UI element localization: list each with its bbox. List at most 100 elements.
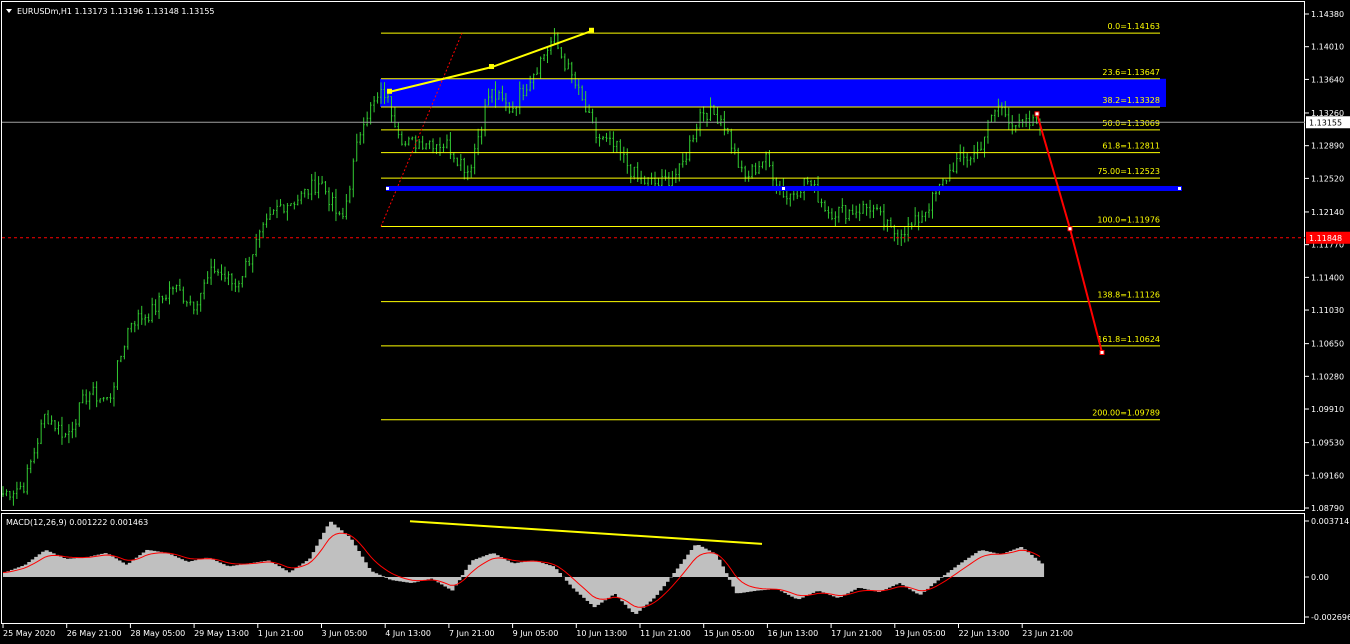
macd-bar <box>1036 560 1041 577</box>
macd-bar <box>166 553 171 577</box>
macd-bar <box>183 560 188 577</box>
macd-bar <box>918 577 923 595</box>
macd-bar <box>287 572 292 577</box>
macd-bar <box>89 556 94 577</box>
macd-bar <box>110 556 115 577</box>
macd-info: MACD(12,26,9) 0.001222 0.001463 <box>6 518 148 527</box>
macd-bar <box>994 553 999 577</box>
macd-bar <box>117 560 122 577</box>
time-tick-label: 9 Jun 05:00 <box>513 629 559 638</box>
macd-bar <box>863 577 868 589</box>
chart-canvas[interactable]: 0.0=1.14163 23.6=1.13647 38.2=1.13328 50.0=… <box>0 0 1350 644</box>
macd-bar <box>533 560 538 577</box>
macd-bar <box>1005 552 1010 577</box>
macd-bar <box>589 577 594 605</box>
macd-bar <box>93 555 98 577</box>
macd-bar <box>655 577 660 595</box>
macd-bar <box>481 556 486 577</box>
macd-bar <box>897 577 902 584</box>
price-tick-label: 1.14380 <box>1311 10 1344 19</box>
macd-bar <box>37 554 42 577</box>
macd-bar <box>516 562 521 577</box>
macd-bar <box>779 577 784 592</box>
macd-bar <box>925 577 930 589</box>
macd-bar <box>65 558 70 577</box>
projection-handle <box>1067 226 1073 232</box>
macd-bar <box>1012 549 1017 577</box>
price-panel-border <box>1 1 1305 511</box>
price-tick-label: 1.09910 <box>1311 405 1344 414</box>
macd-bar <box>218 562 223 577</box>
macd-layer <box>2 520 1045 614</box>
fib-level-label: 138.8=1.11126 <box>1097 291 1160 300</box>
projection-line <box>1036 113 1103 353</box>
macd-bar <box>838 577 843 597</box>
time-tick-label: 3 Jun 05:00 <box>322 629 368 638</box>
macd-bar <box>342 533 347 577</box>
macd-bar <box>325 526 330 577</box>
time-tick-label: 26 May 21:00 <box>67 629 122 638</box>
macd-bar <box>478 557 483 577</box>
macd-bar <box>1026 552 1031 577</box>
macd-bar <box>713 554 719 577</box>
macd-bar <box>693 545 698 577</box>
blue-zone-rect <box>380 78 1166 107</box>
macd-bar <box>356 550 361 577</box>
macd-bar <box>550 566 556 577</box>
macd-bar <box>252 562 257 577</box>
fib-level-label: 61.8=1.12811 <box>1102 142 1160 151</box>
macd-bar <box>412 577 417 583</box>
time-tick-label: 28 May 05:00 <box>130 629 185 638</box>
macd-bar <box>471 560 476 577</box>
macd-bar <box>620 577 625 602</box>
macd-tick-label: 0.003714 <box>1311 517 1349 526</box>
macd-bar <box>1029 554 1034 577</box>
macd-bar <box>540 563 545 577</box>
macd-bar <box>762 577 767 591</box>
macd-bar <box>381 576 386 577</box>
macd-bar <box>634 577 639 614</box>
support-line-handle <box>1178 186 1181 190</box>
macd-bar <box>530 560 535 577</box>
macd-bar <box>259 561 264 577</box>
macd-bar <box>446 577 452 589</box>
macd-bar <box>228 566 233 577</box>
macd-bar <box>849 577 854 592</box>
marker-price-label: 1.11848 <box>1309 234 1342 243</box>
macd-bar <box>651 577 656 599</box>
macd-bar <box>630 577 635 613</box>
macd-bar <box>190 560 195 577</box>
price-tick-label: 1.12890 <box>1311 142 1344 151</box>
macd-bar <box>96 554 101 577</box>
macd-bar <box>100 553 105 577</box>
macd-bar <box>519 562 524 577</box>
macd-bar <box>557 573 562 577</box>
time-tick-label: 23 Jun 21:00 <box>1022 629 1073 638</box>
macd-bar <box>800 577 805 598</box>
macd-bar <box>970 555 975 577</box>
blue-zone-layer <box>380 78 1166 107</box>
macd-bar <box>974 553 979 577</box>
macd-bar <box>811 577 816 593</box>
fib-level-label: 75.00=1.12523 <box>1097 167 1160 176</box>
macd-bar <box>509 562 514 577</box>
macd-bar <box>169 554 174 577</box>
macd-bar <box>831 577 836 597</box>
macd-bar <box>34 556 39 577</box>
macd-bar <box>1033 557 1038 577</box>
macd-bar <box>866 577 871 590</box>
macd-bar <box>741 577 746 593</box>
macd-bar <box>842 577 847 596</box>
symbol-dropdown-icon[interactable] <box>6 9 12 13</box>
macd-bar <box>648 577 653 602</box>
macd-bar <box>748 577 753 592</box>
macd-bar <box>283 570 288 577</box>
projection-handle <box>1034 111 1040 117</box>
macd-bar <box>422 577 427 581</box>
macd-bar <box>873 577 878 592</box>
macd-bar <box>720 566 725 577</box>
macd-bar <box>214 561 219 577</box>
macd-bar <box>675 568 680 577</box>
macd-bar <box>315 545 320 577</box>
macd-bar <box>658 577 663 591</box>
